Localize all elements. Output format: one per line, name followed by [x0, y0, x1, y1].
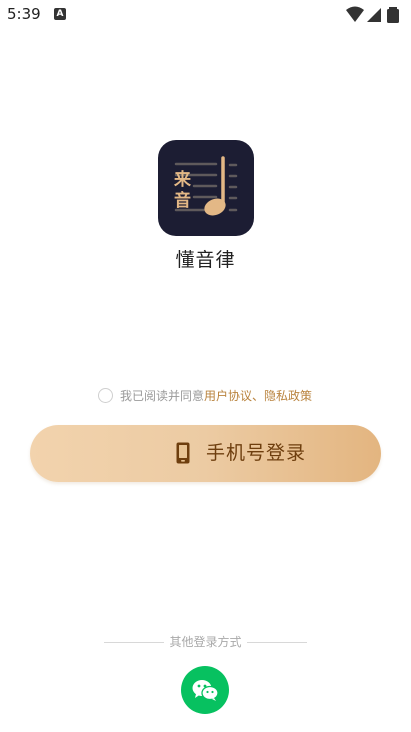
wechat-login-button[interactable] — [181, 666, 229, 714]
phone-icon — [176, 442, 190, 464]
logo-char-yin: 音 — [174, 191, 191, 211]
phone-login-label: 手机号登录 — [206, 442, 307, 464]
privacy-policy-link[interactable]: 隐私政策 — [264, 389, 312, 403]
phone-login-button[interactable]: 手机号登录 — [30, 425, 381, 482]
status-icons — [346, 6, 399, 23]
user-agreement-link[interactable]: 用户协议 — [204, 389, 252, 403]
status-time: 5:39 — [7, 5, 41, 23]
wechat-icon — [192, 680, 219, 701]
agreement-prefix: 我已阅读并同意 — [120, 389, 205, 403]
logo-char-lai: 来 — [174, 170, 191, 190]
agreement-separator: 、 — [252, 389, 265, 403]
agreement-checkbox[interactable] — [98, 388, 113, 403]
login-screen: 5:39 A 来 音 懂音律 我已阅读并同意用户协议、隐私政策 手机号登录 其他… — [0, 0, 411, 732]
a-icon: A — [54, 8, 66, 20]
agreement-text: 我已阅读并同意用户协议、隐私政策 — [120, 388, 312, 404]
status-bar: 5:39 A — [0, 0, 411, 32]
divider-right — [247, 642, 307, 643]
wifi-icon — [346, 6, 364, 22]
app-name: 懂音律 — [175, 249, 236, 271]
battery-icon — [387, 7, 399, 23]
app-logo: 来 音 — [158, 140, 254, 236]
signal-icon — [367, 8, 381, 22]
music-staff-icon — [174, 156, 238, 216]
other-login-title: 其他登录方式 — [169, 635, 242, 649]
